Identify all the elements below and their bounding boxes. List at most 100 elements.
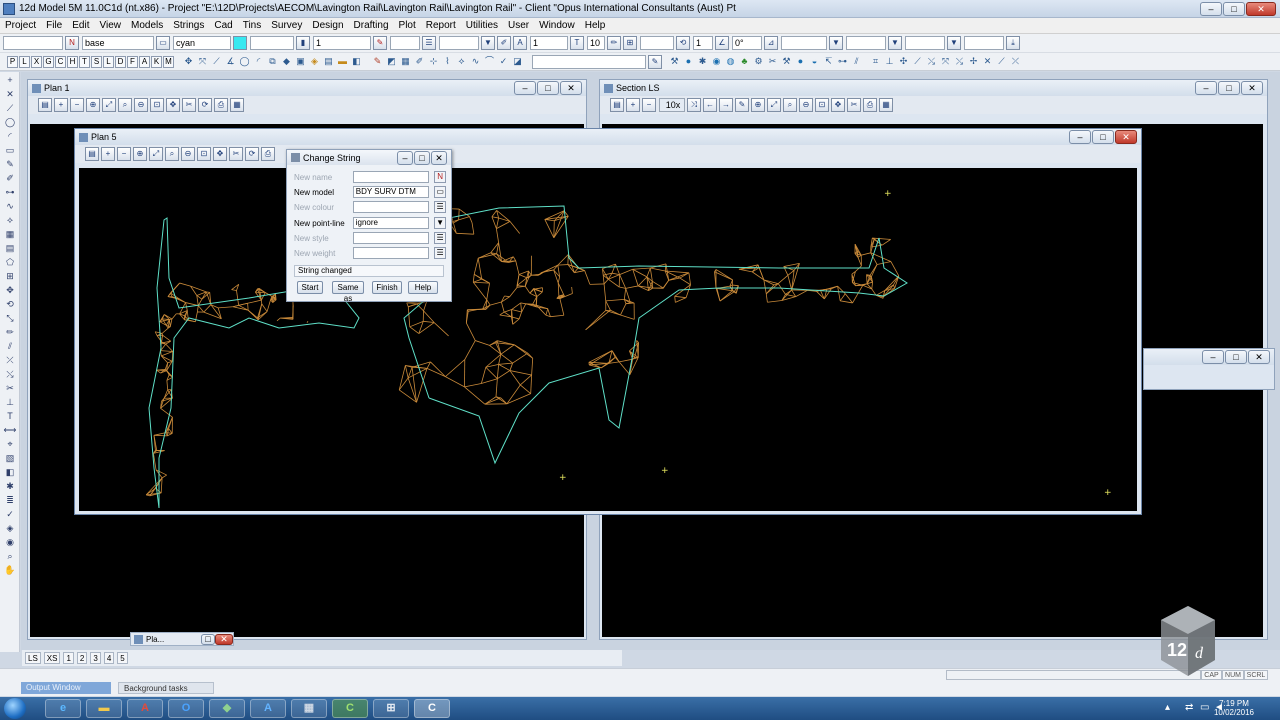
outlook-taskbar-icon[interactable]: O (168, 699, 204, 718)
plan5-print-icon[interactable]: ⎙ (261, 147, 275, 161)
menu-design[interactable]: Design (307, 20, 348, 31)
menu-edit[interactable]: Edit (67, 20, 94, 31)
folder-icon[interactable]: ▬ (336, 55, 349, 68)
new-model-field[interactable]: BDY SURV DTM (352, 186, 430, 198)
rotate-tool-icon[interactable]: ⟲ (3, 298, 17, 310)
grid-icon[interactable]: ⊞ (623, 36, 637, 50)
minimized-restore-button[interactable]: □ (201, 633, 215, 645)
autocad-taskbar-icon[interactable]: A (250, 699, 286, 718)
new-style-field[interactable] (352, 232, 430, 244)
start-button[interactable] (4, 698, 26, 719)
graph-icon[interactable]: ⌇ (441, 55, 454, 68)
settings-icon[interactable]: ✱ (696, 55, 709, 68)
stamp-icon[interactable]: ◩ (385, 55, 398, 68)
snap-s-button[interactable]: S (91, 55, 102, 68)
tab-xs[interactable]: XS (43, 652, 61, 664)
section-cut-icon[interactable]: ✂ (847, 98, 861, 112)
explorer-taskbar-icon[interactable]: ▬ (86, 699, 122, 718)
line-tool-icon[interactable]: ⟋ (3, 102, 17, 114)
water-icon[interactable]: ● (794, 55, 807, 68)
section-minimize-button[interactable]: – (1195, 81, 1217, 95)
colour-list-button[interactable]: ☰ (434, 201, 446, 213)
table-icon[interactable]: ▦ (399, 55, 412, 68)
pencil-icon[interactable]: ✐ (497, 36, 511, 50)
snap-l-button[interactable]: L (19, 55, 30, 68)
model-field[interactable]: base (82, 36, 154, 50)
node-icon[interactable]: ⊹ (427, 55, 440, 68)
menu-project[interactable]: Project (0, 20, 41, 31)
paint-tool-icon[interactable]: ◈ (3, 522, 17, 534)
snap-g-button[interactable]: G (43, 55, 54, 68)
style-field[interactable] (250, 36, 294, 50)
angle-field[interactable]: 0° (732, 36, 762, 50)
civil-taskbar-icon[interactable]: C (332, 699, 368, 718)
plan5-zoom-out-icon[interactable]: ⊖ (181, 147, 195, 161)
menu-strings[interactable]: Strings (168, 20, 209, 31)
plan1-restore-button[interactable]: □ (537, 81, 559, 95)
plan5-close-button[interactable]: ✕ (1115, 130, 1137, 144)
arc-tool-icon[interactable]: ◜ (3, 130, 17, 142)
dialog-restore-button[interactable]: □ (414, 150, 430, 165)
angle-set-icon[interactable]: ⊿ (764, 36, 778, 50)
section-scroll-icon[interactable]: ⤨ (687, 98, 701, 112)
new-name-button[interactable]: N (434, 171, 446, 183)
pin-icon[interactable]: ↸ (822, 55, 835, 68)
help-button[interactable]: Help (408, 281, 438, 294)
tab-4[interactable]: 4 (103, 652, 115, 664)
style-icon[interactable]: ▮ (296, 36, 310, 50)
plan1-pan-icon[interactable]: ✥ (166, 98, 180, 112)
snap-a-button[interactable]: A (139, 55, 150, 68)
plan1-redraw-icon[interactable]: ⟳ (198, 98, 212, 112)
section-fit-icon[interactable]: ⤢ (767, 98, 781, 112)
name-field[interactable] (3, 36, 63, 50)
chart-icon[interactable]: ⌗ (869, 55, 882, 68)
scissors-icon[interactable]: ✂ (766, 55, 779, 68)
minimized-close-button[interactable]: ✕ (215, 633, 233, 645)
paint-icon[interactable]: ◈ (308, 55, 321, 68)
layer-tool-icon[interactable]: ≣ (3, 494, 17, 506)
snap-m-button[interactable]: M (163, 55, 174, 68)
colour-swatch-icon[interactable] (233, 36, 247, 50)
minor-window[interactable]: – □ ✕ (1143, 348, 1275, 390)
trim-tool-icon[interactable]: ✂ (3, 382, 17, 394)
section-back-icon[interactable]: ← (703, 98, 717, 112)
taskbar-clock[interactable]: 7:19 PM 10/02/2016 (1204, 699, 1264, 717)
plan5-minimize-button[interactable]: – (1069, 130, 1091, 144)
stack-icon[interactable]: ▤ (322, 55, 335, 68)
ie-taskbar-icon[interactable]: e (45, 699, 81, 718)
pan-tool-icon[interactable]: ✋ (3, 564, 17, 576)
plan5-add-icon[interactable]: + (101, 147, 115, 161)
plan5-zoom-in-icon[interactable]: ⊕ (133, 147, 147, 161)
vertex-tool-icon[interactable]: ⟡ (3, 214, 17, 226)
pencil-tool-icon[interactable]: ✐ (3, 172, 17, 184)
snap-x-button[interactable]: X (31, 55, 42, 68)
profile-icon[interactable]: ⊥ (883, 55, 896, 68)
node-tool-icon[interactable]: ⊶ (3, 186, 17, 198)
road-icon[interactable]: ⫽ (850, 55, 863, 68)
copy-icon[interactable]: ⧉ (266, 55, 279, 68)
section-add-icon[interactable]: + (626, 98, 640, 112)
edit-icon[interactable]: ✐ (413, 55, 426, 68)
menu-plot[interactable]: Plot (394, 20, 421, 31)
section-zoom-out-icon[interactable]: ⊖ (799, 98, 813, 112)
marker-icon[interactable]: ✏ (607, 36, 621, 50)
section-zoom-field[interactable]: 10x (659, 98, 685, 112)
start-button[interactable]: Start (297, 281, 323, 294)
plan1-print-icon[interactable]: ⎙ (214, 98, 228, 112)
command-field[interactable] (532, 54, 646, 69)
menu-drafting[interactable]: Drafting (349, 20, 394, 31)
layer-field[interactable] (781, 36, 827, 50)
plan5-canvas[interactable]: + + + + (79, 168, 1137, 511)
tab-ls[interactable]: LS (25, 652, 41, 664)
dialog-close-button[interactable]: ✕ (431, 150, 447, 165)
plan1-minimize-button[interactable]: – (514, 81, 536, 95)
circle-tool-icon[interactable]: ◯ (3, 116, 17, 128)
menu-help[interactable]: Help (580, 20, 611, 31)
extend-icon[interactable]: ⤯ (925, 55, 938, 68)
pen-tool-icon[interactable]: ✎ (3, 158, 17, 170)
wrench-icon[interactable]: ⚒ (780, 55, 793, 68)
dialog-minimize-button[interactable]: – (397, 150, 413, 165)
shovel-icon[interactable]: ⚒ (668, 55, 681, 68)
same-as-button[interactable]: Same as (332, 281, 364, 303)
break-icon[interactable]: ✣ (897, 55, 910, 68)
